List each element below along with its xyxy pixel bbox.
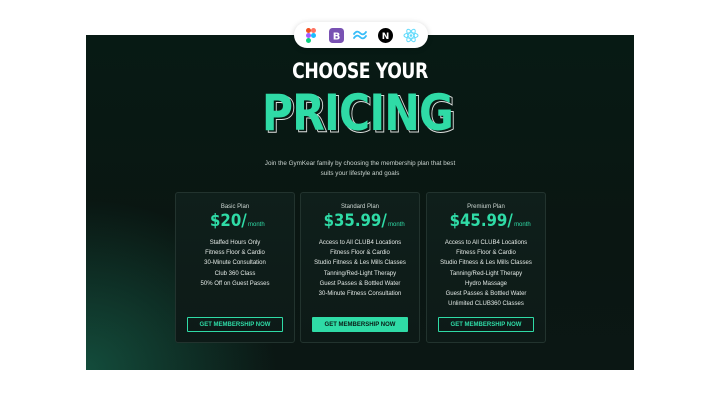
nextjs-icon: N (377, 26, 395, 44)
feature-item: Access to All CLUB4 Locations (318, 240, 402, 246)
feature-item: Tanning/Red-Light Therapy (323, 270, 397, 277)
headline: CHOOSE YOUR (292, 59, 428, 83)
feature-item: Guest Passes & Bottled Water (319, 280, 401, 287)
get-membership-button-standard[interactable]: GET MEMBERSHIP NOW (312, 317, 408, 332)
plan-card-basic: Basic Plan $20/month Staffed Hours Only … (175, 192, 295, 343)
feature-item: Studio Fitness & Les Mills Classes (314, 260, 406, 267)
feature-item: 30-Minute Fitness Consultation (318, 291, 402, 298)
get-membership-button-premium[interactable]: GET MEMBERSHIP NOW (438, 317, 534, 332)
feature-item: 50% Off on Guest Passes (200, 280, 270, 287)
figma-icon (302, 26, 320, 44)
tailwind-icon (352, 26, 370, 44)
feature-item: 30-Minute Consultation (204, 260, 266, 267)
plan-price-line: $35.99/month (301, 211, 419, 231)
feature-item: Staffed Hours Only (209, 240, 261, 246)
feature-item: Studio Fitness & Les Mills Classes (440, 260, 532, 267)
plan-price: $20/ (210, 211, 247, 231)
feature-list: Access to All CLUB4 Locations Fitness Fl… (301, 238, 419, 299)
plan-name: Basic Plan (220, 204, 250, 210)
page-title-text: PRICING (261, 84, 454, 142)
bootstrap-icon: B (327, 26, 345, 44)
plan-price: $35.99/ (323, 211, 388, 231)
svg-text:B: B (332, 31, 340, 42)
tech-badge-bar: B N (294, 22, 428, 48)
feature-item: Unlimited CLUB360 Classes (448, 301, 524, 308)
react-icon (402, 26, 420, 44)
plan-price-line: $20/month (176, 211, 294, 231)
feature-list: Staffed Hours Only Fitness Floor & Cardi… (176, 238, 294, 289)
plan-name: Standard Plan (340, 204, 380, 210)
plan-period: month (248, 222, 265, 228)
feature-list: Access to All CLUB4 Locations Fitness Fl… (427, 238, 545, 309)
feature-item: Club 360 Class (214, 270, 256, 277)
page-title: PRICING PRICING (127, 84, 593, 145)
plan-price-line: $45.99/month (427, 211, 545, 231)
svg-text:N: N (382, 32, 390, 42)
plan-name: Premium Plan (467, 204, 505, 210)
plan-card-standard: Standard Plan $35.99/month Access to All… (300, 192, 420, 343)
feature-item: Fitness Floor & Cardio (330, 250, 390, 257)
feature-item: Tanning/Red-Light Therapy (449, 270, 523, 277)
pricing-section: CHOOSE YOUR PRICING PRICING Join the Gym… (86, 35, 634, 370)
plan-price: $45.99/ (449, 211, 514, 231)
plan-period: month (388, 222, 405, 228)
get-membership-button-basic[interactable]: GET MEMBERSHIP NOW (187, 317, 283, 332)
feature-item: Hydro Massage (464, 280, 508, 287)
subtitle: Join the GymKear family by choosing the … (264, 160, 456, 177)
plan-card-premium: Premium Plan $45.99/month Access to All … (426, 192, 546, 343)
feature-item: Fitness Floor & Cardio (456, 250, 516, 257)
feature-item: Fitness Floor & Cardio (205, 250, 265, 257)
plan-period: month (514, 222, 531, 228)
feature-item: Access to All CLUB4 Locations (444, 240, 528, 246)
feature-item: Guest Passes & Bottled Water (445, 291, 527, 298)
